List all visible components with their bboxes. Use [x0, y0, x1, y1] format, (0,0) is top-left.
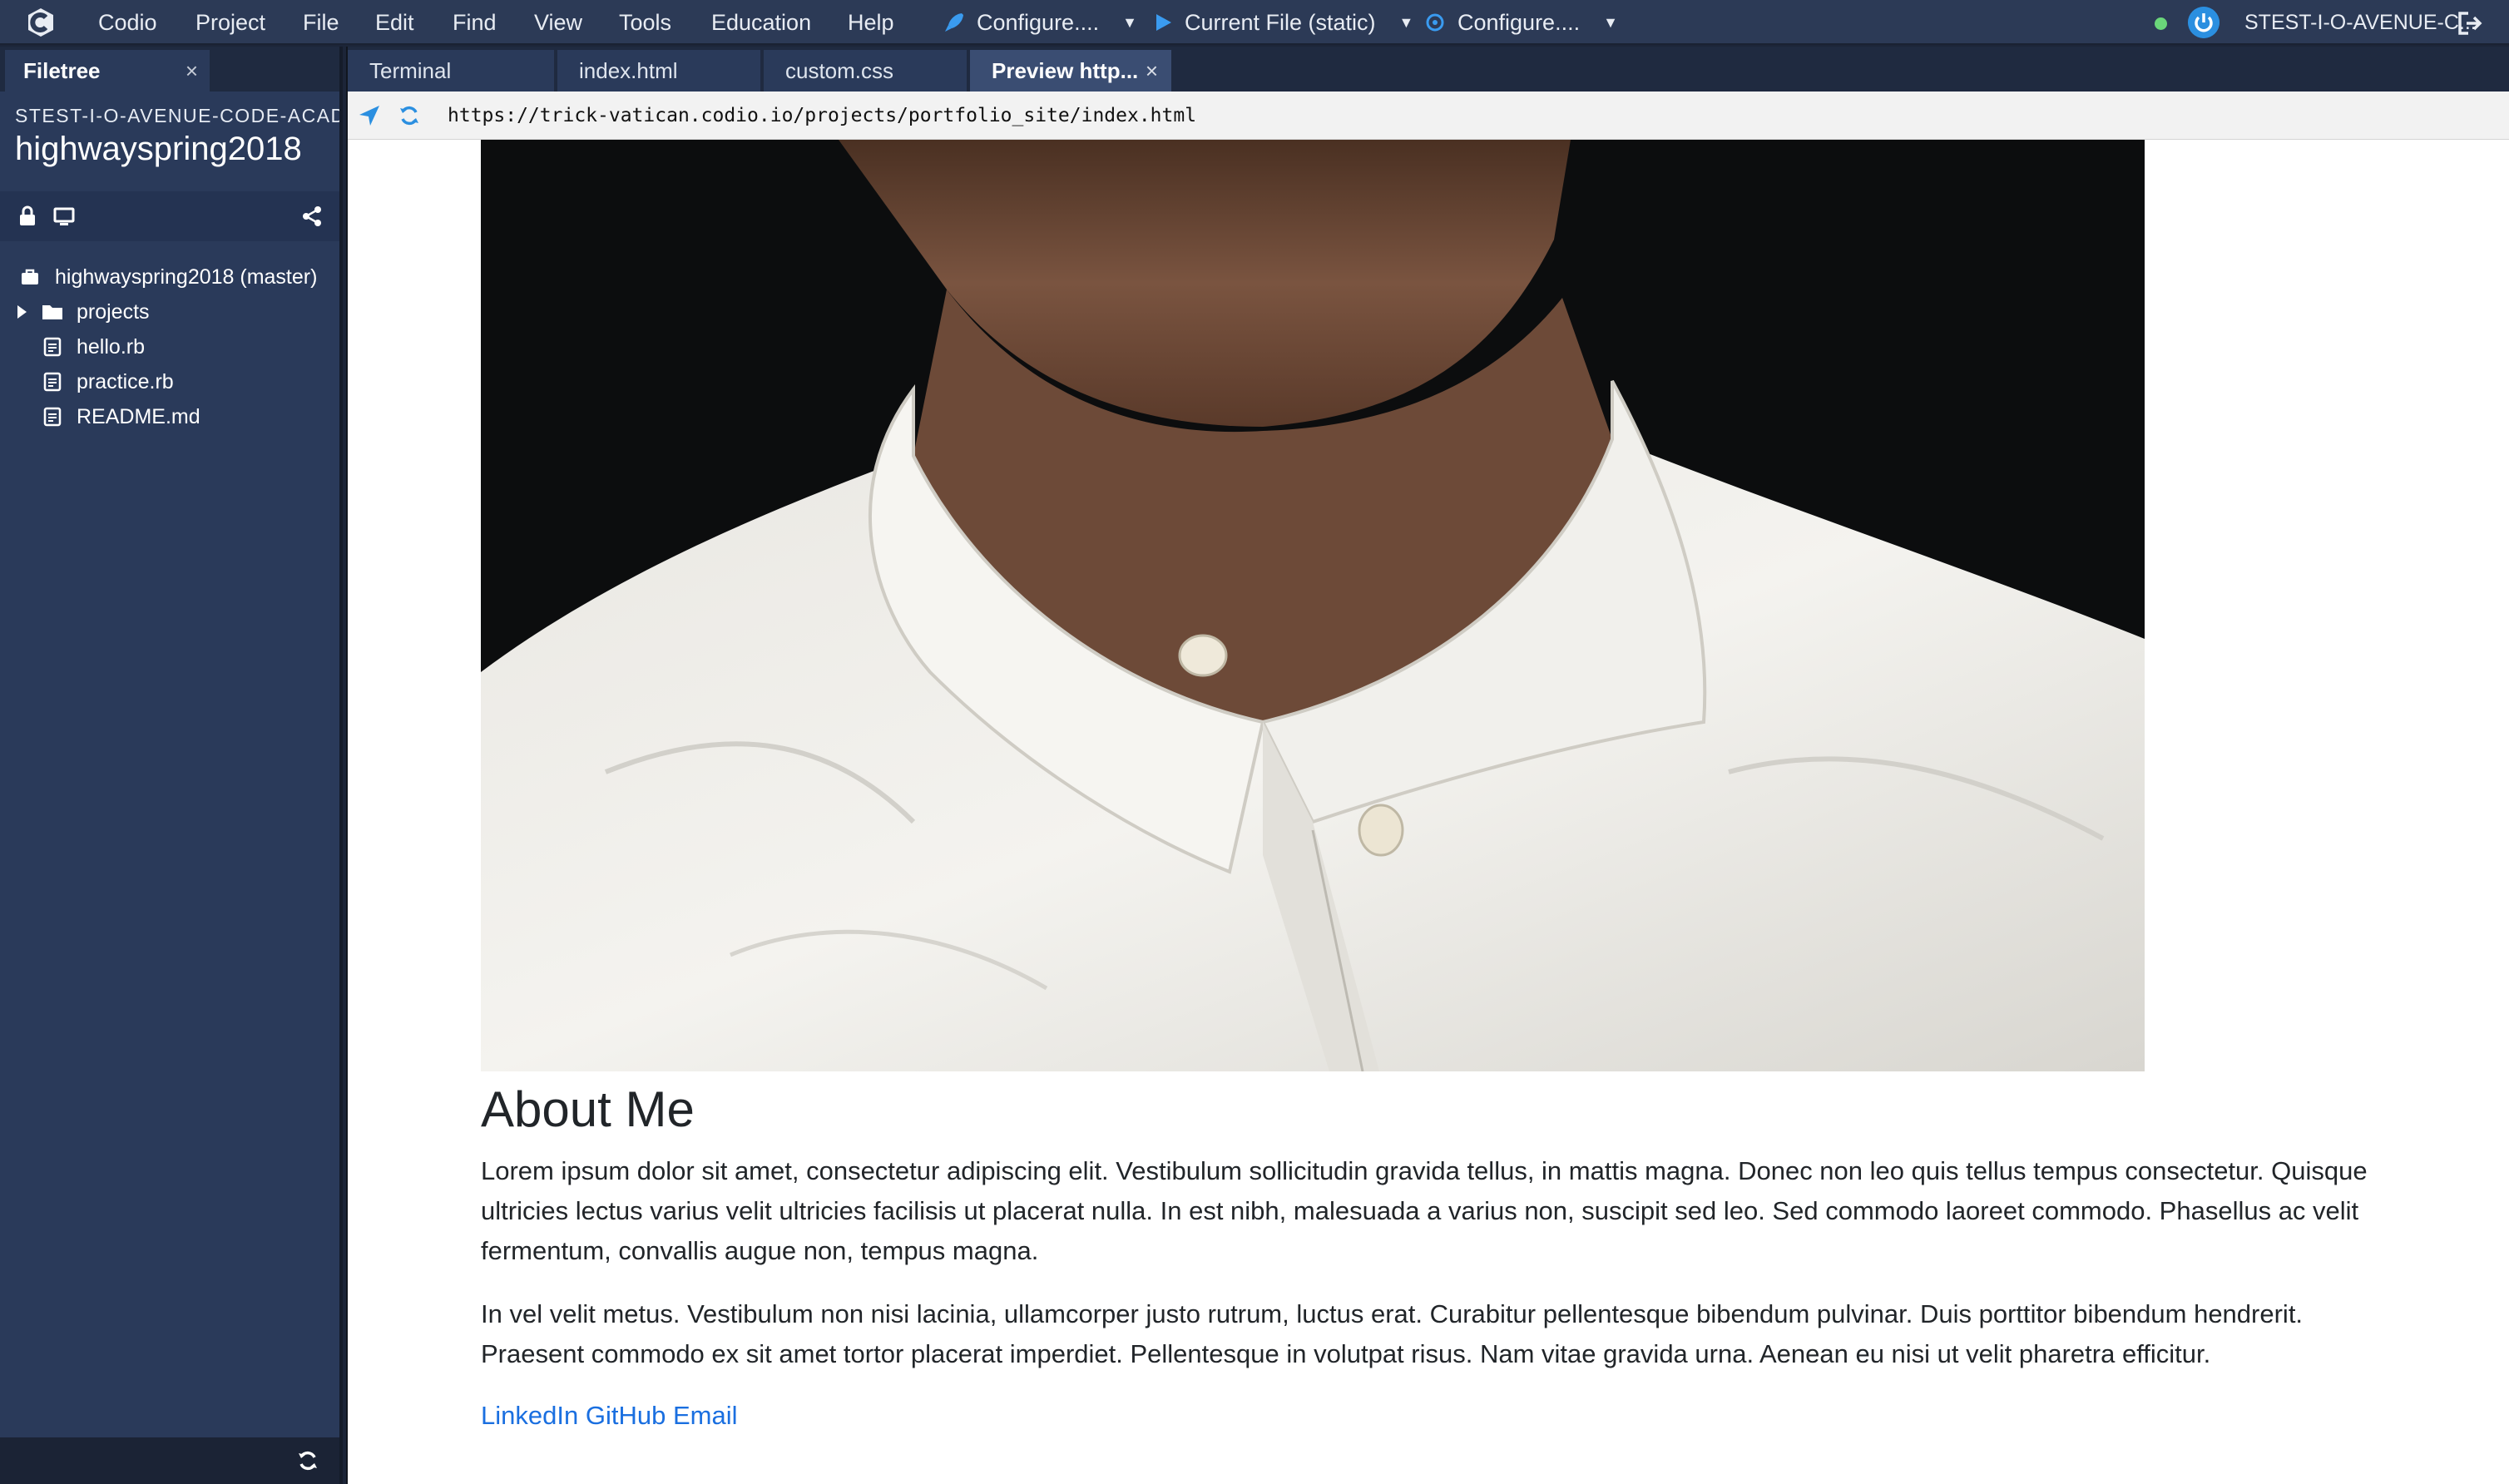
configure-runner-2[interactable]: Configure.... ▼	[1424, 0, 1618, 45]
tab-filetree[interactable]: Filetree ×	[5, 50, 210, 92]
folder-icon	[42, 305, 62, 319]
menu-edit[interactable]: Edit	[375, 0, 414, 45]
refresh-icon[interactable]	[296, 1449, 319, 1472]
tree-item-practice-rb[interactable]: practice.rb	[0, 364, 339, 399]
current-file-runner-label: Current File (static)	[1185, 10, 1376, 35]
preview-url-bar: https://trick-vatican.codio.io/projects/…	[348, 92, 2509, 140]
tree-item-label: README.md	[77, 405, 200, 428]
menu-file[interactable]: File	[303, 0, 339, 45]
tree-item-root[interactable]: highwayspring2018 (master)	[0, 260, 339, 294]
lock-icon[interactable]	[17, 205, 38, 227]
monitor-icon[interactable]	[53, 205, 75, 227]
user-account[interactable]: STEST-I-O-AVENUE-C...	[2244, 0, 2477, 45]
editor-tabbar: Terminal index.html custom.css Preview h…	[348, 47, 2509, 92]
share-icon[interactable]	[301, 205, 323, 227]
filetree-tabbar: Filetree ×	[0, 47, 339, 92]
tab-custom-css[interactable]: custom.css	[764, 50, 968, 92]
email-link[interactable]: Email	[673, 1401, 738, 1430]
tree-item-label: highwayspring2018 (master)	[55, 265, 318, 289]
tree-item-label: projects	[77, 300, 150, 324]
menu-project[interactable]: Project	[195, 0, 265, 45]
tab-filetree-label: Filetree	[23, 58, 101, 83]
menu-help[interactable]: Help	[848, 0, 894, 45]
current-file-runner[interactable]: Current File (static) ▼	[1155, 0, 1413, 45]
filetree-toolbar	[0, 191, 339, 241]
tab-preview-label: Preview http...	[992, 58, 1139, 83]
shirt-photo-image	[481, 140, 2145, 1071]
file-icon	[43, 407, 62, 427]
about-paragraph-2: In vel velit metus. Vestibulum non nisi …	[481, 1299, 2304, 1368]
tab-preview[interactable]: Preview http... ×	[970, 50, 1173, 92]
tab-terminal[interactable]: Terminal	[348, 50, 556, 92]
social-links: LinkedIn GitHub Email	[481, 1396, 2386, 1436]
github-link[interactable]: GitHub	[586, 1401, 666, 1430]
rocket-icon	[945, 13, 963, 32]
editor-area: Terminal index.html custom.css Preview h…	[346, 47, 2509, 1484]
about-heading: About Me	[481, 1081, 695, 1137]
tree-item-projects[interactable]: projects	[0, 294, 339, 329]
navigate-icon[interactable]	[358, 104, 381, 127]
close-icon[interactable]: ×	[1146, 50, 1158, 92]
project-name: highwayspring2018	[15, 131, 302, 167]
chevron-down-icon: ▼	[1603, 14, 1618, 31]
briefcase-icon	[22, 269, 38, 284]
about-section: About Me Lorem ipsum dolor sit amet, con…	[481, 1073, 2386, 1436]
file-tree: highwayspring2018 (master) projects hell…	[0, 260, 339, 434]
linkedin-link[interactable]: LinkedIn	[481, 1401, 578, 1430]
power-icon[interactable]	[2188, 7, 2220, 38]
tab-index-html[interactable]: index.html	[557, 50, 762, 92]
menu-tools[interactable]: Tools	[619, 0, 671, 45]
configure-runner-1[interactable]: Configure.... ▼	[943, 0, 1137, 45]
tree-item-readme-md[interactable]: README.md	[0, 399, 339, 434]
play-icon	[1156, 14, 1171, 31]
configure-runner-1-label: Configure....	[977, 10, 1100, 35]
chevron-down-icon: ▼	[1122, 14, 1137, 31]
configure-runner-2-label: Configure....	[1457, 10, 1581, 35]
organization-name: STEST-I-O-AVENUE-CODE-ACADEMY	[15, 105, 339, 126]
preview-pane: About Me Lorem ipsum dolor sit amet, con…	[348, 140, 2509, 1484]
menu-view[interactable]: View	[534, 0, 582, 45]
about-paragraph-1: Lorem ipsum dolor sit amet, consectetur …	[481, 1156, 2368, 1265]
filetree-panel: Filetree × STEST-I-O-AVENUE-CODE-ACADEMY…	[0, 47, 343, 1484]
filetree-footer	[0, 1437, 339, 1484]
refresh-icon[interactable]	[398, 104, 421, 127]
chevron-down-icon: ▼	[1398, 14, 1414, 31]
file-icon	[43, 372, 62, 392]
file-icon	[43, 337, 62, 357]
tree-item-label: practice.rb	[77, 370, 174, 393]
codio-logo-icon[interactable]	[23, 5, 58, 40]
url-field[interactable]: https://trick-vatican.codio.io/projects/…	[448, 92, 1196, 140]
status-dot-icon	[2155, 17, 2167, 30]
profile-photo	[481, 140, 2145, 1071]
tree-item-hello-rb[interactable]: hello.rb	[0, 329, 339, 364]
menu-education[interactable]: Education	[711, 0, 811, 45]
logout-icon[interactable]	[2457, 10, 2483, 37]
caret-right-icon[interactable]	[15, 302, 28, 322]
close-icon[interactable]: ×	[186, 50, 198, 92]
menu-find[interactable]: Find	[453, 0, 497, 45]
menu-bar: Codio Project File Edit Find View Tools …	[0, 0, 2509, 45]
menu-codio[interactable]: Codio	[98, 0, 157, 45]
target-icon	[1426, 13, 1444, 32]
tree-item-label: hello.rb	[77, 335, 145, 359]
